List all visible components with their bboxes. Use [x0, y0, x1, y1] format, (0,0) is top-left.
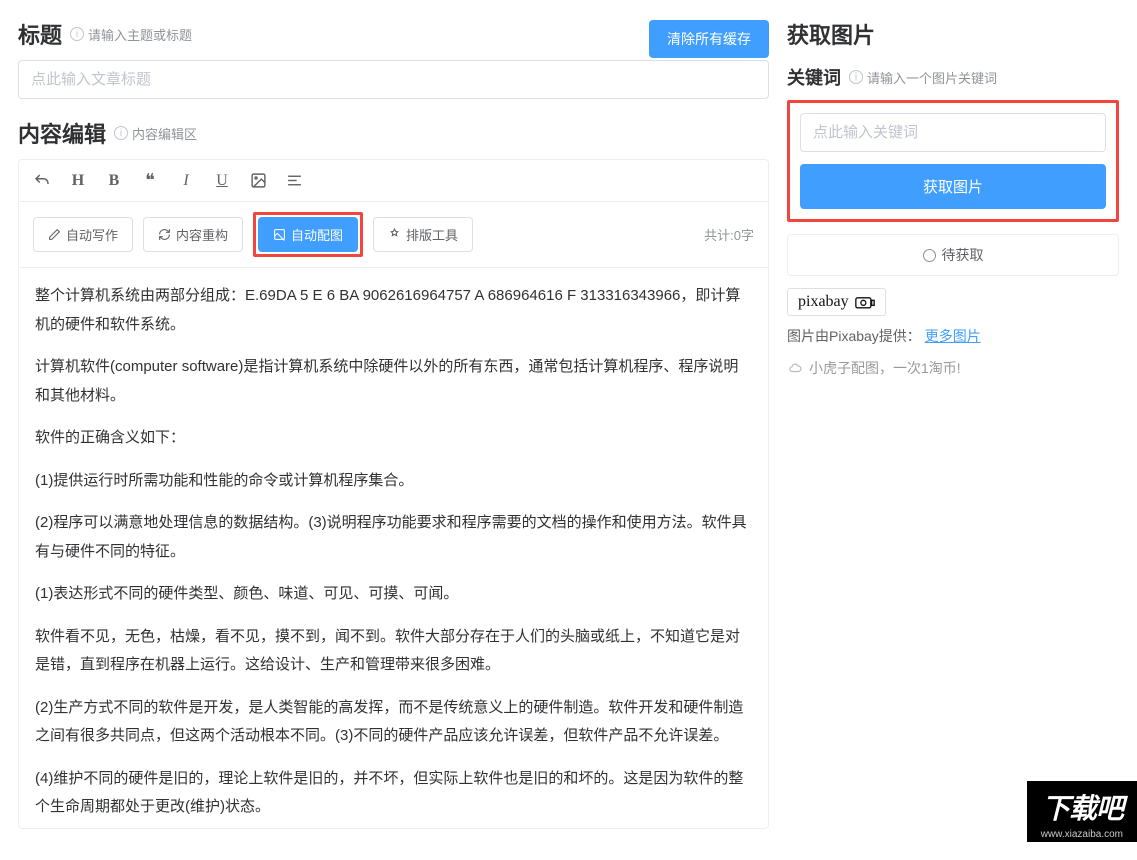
- editor-card: H B ❝ I U 自动写作 内容重构: [18, 159, 769, 829]
- auto-image-highlight: 自动配图: [253, 212, 363, 257]
- layout-tool-button[interactable]: 排版工具: [373, 217, 473, 252]
- footer-note-text: 小虎子配图，一次1淘币!: [809, 358, 961, 378]
- info-icon: i: [70, 27, 84, 41]
- image-icon[interactable]: [249, 172, 267, 189]
- more-images-link[interactable]: 更多图片: [925, 328, 981, 344]
- keyword-hint: i 请输入一个图片关键词: [849, 68, 997, 87]
- title-hint: i 请输入主题或标题: [70, 25, 192, 44]
- cloud-icon: [787, 361, 803, 375]
- undo-icon[interactable]: [33, 172, 51, 190]
- auto-write-button[interactable]: 自动写作: [33, 217, 133, 252]
- keyword-label: 关键词: [787, 64, 841, 90]
- auto-image-button[interactable]: 自动配图: [258, 217, 358, 252]
- title-hint-text: 请输入主题或标题: [88, 25, 192, 44]
- restructure-button[interactable]: 内容重构: [143, 217, 243, 252]
- paragraph: 软件的正确含义如下：: [35, 424, 752, 453]
- pending-label: 待获取: [942, 245, 984, 265]
- pending-card[interactable]: 待获取: [787, 234, 1119, 276]
- watermark-text: 下载吧: [1042, 793, 1123, 824]
- circle-icon: [923, 249, 936, 262]
- paragraph: (2)程序可以满意地处理信息的数据结构。(3)说明程序功能要求和程序需要的文档的…: [35, 509, 752, 566]
- editor-hint: i 内容编辑区: [114, 124, 197, 143]
- editor-heading: 内容编辑: [18, 117, 106, 149]
- title-heading: 标题: [18, 18, 62, 50]
- watermark-logo: 下载吧 www.xiazaiba.com: [1027, 781, 1137, 842]
- credit-prefix: 图片由Pixabay提供：: [787, 328, 921, 344]
- align-left-icon[interactable]: [285, 172, 303, 189]
- keyword-input[interactable]: [800, 113, 1106, 152]
- paragraph: (4)维护不同的硬件是旧的，理论上软件是旧的，并不坏，但实际上软件也是旧的和坏的…: [35, 765, 752, 822]
- action-toolbar: 自动写作 内容重构 自动配图 排版工具 共计:0字: [19, 202, 768, 268]
- italic-icon[interactable]: I: [177, 172, 195, 190]
- watermark-url: www.xiazaiba.com: [1041, 829, 1123, 840]
- fetch-image-button[interactable]: 获取图片: [800, 164, 1106, 209]
- keyword-highlight-box: 获取图片: [787, 100, 1119, 222]
- footer-note: 小虎子配图，一次1淘币!: [787, 358, 1119, 378]
- auto-write-label: 自动写作: [66, 225, 118, 244]
- editor-hint-text: 内容编辑区: [132, 124, 197, 143]
- pixabay-badge: pixabay: [787, 288, 886, 316]
- info-icon: i: [114, 126, 128, 140]
- editor-content[interactable]: 整个计算机系统由两部分组成：E.69DA 5 E 6 BA 9062616964…: [19, 268, 768, 828]
- fetch-image-heading: 获取图片: [787, 18, 875, 50]
- heading-icon[interactable]: H: [69, 172, 87, 190]
- paragraph: (1)提供运行时所需功能和性能的命令或计算机程序集合。: [35, 467, 752, 496]
- restructure-label: 内容重构: [176, 225, 228, 244]
- info-icon: i: [849, 70, 863, 84]
- paragraph: 计算机软件(computer software)是指计算机系统中除硬件以外的所有…: [35, 353, 752, 410]
- paragraph: (2)生产方式不同的软件是开发，是人类智能的高发挥，而不是传统意义上的硬件制造。…: [35, 694, 752, 751]
- credit-line: 图片由Pixabay提供： 更多图片: [787, 326, 1119, 346]
- quote-icon[interactable]: ❝: [141, 170, 159, 191]
- bold-icon[interactable]: B: [105, 172, 123, 190]
- pixabay-text: pixabay: [798, 293, 849, 311]
- auto-image-label: 自动配图: [291, 225, 343, 244]
- paragraph: (1)表达形式不同的硬件类型、颜色、味道、可见、可摸、可闻。: [35, 580, 752, 609]
- camera-icon: [855, 295, 875, 309]
- paragraph: 整个计算机系统由两部分组成：E.69DA 5 E 6 BA 9062616964…: [35, 282, 752, 339]
- keyword-hint-text: 请输入一个图片关键词: [867, 68, 997, 87]
- paragraph: 软件看不见，无色，枯燥，看不见，摸不到，闻不到。软件大部分存在于人们的头脑或纸上…: [35, 623, 752, 680]
- format-toolbar: H B ❝ I U: [19, 160, 768, 202]
- word-count: 共计:0字: [704, 225, 754, 244]
- layout-tool-label: 排版工具: [406, 225, 458, 244]
- clear-cache-button[interactable]: 清除所有缓存: [649, 20, 769, 58]
- article-title-input[interactable]: [18, 60, 769, 99]
- underline-icon[interactable]: U: [213, 172, 231, 190]
